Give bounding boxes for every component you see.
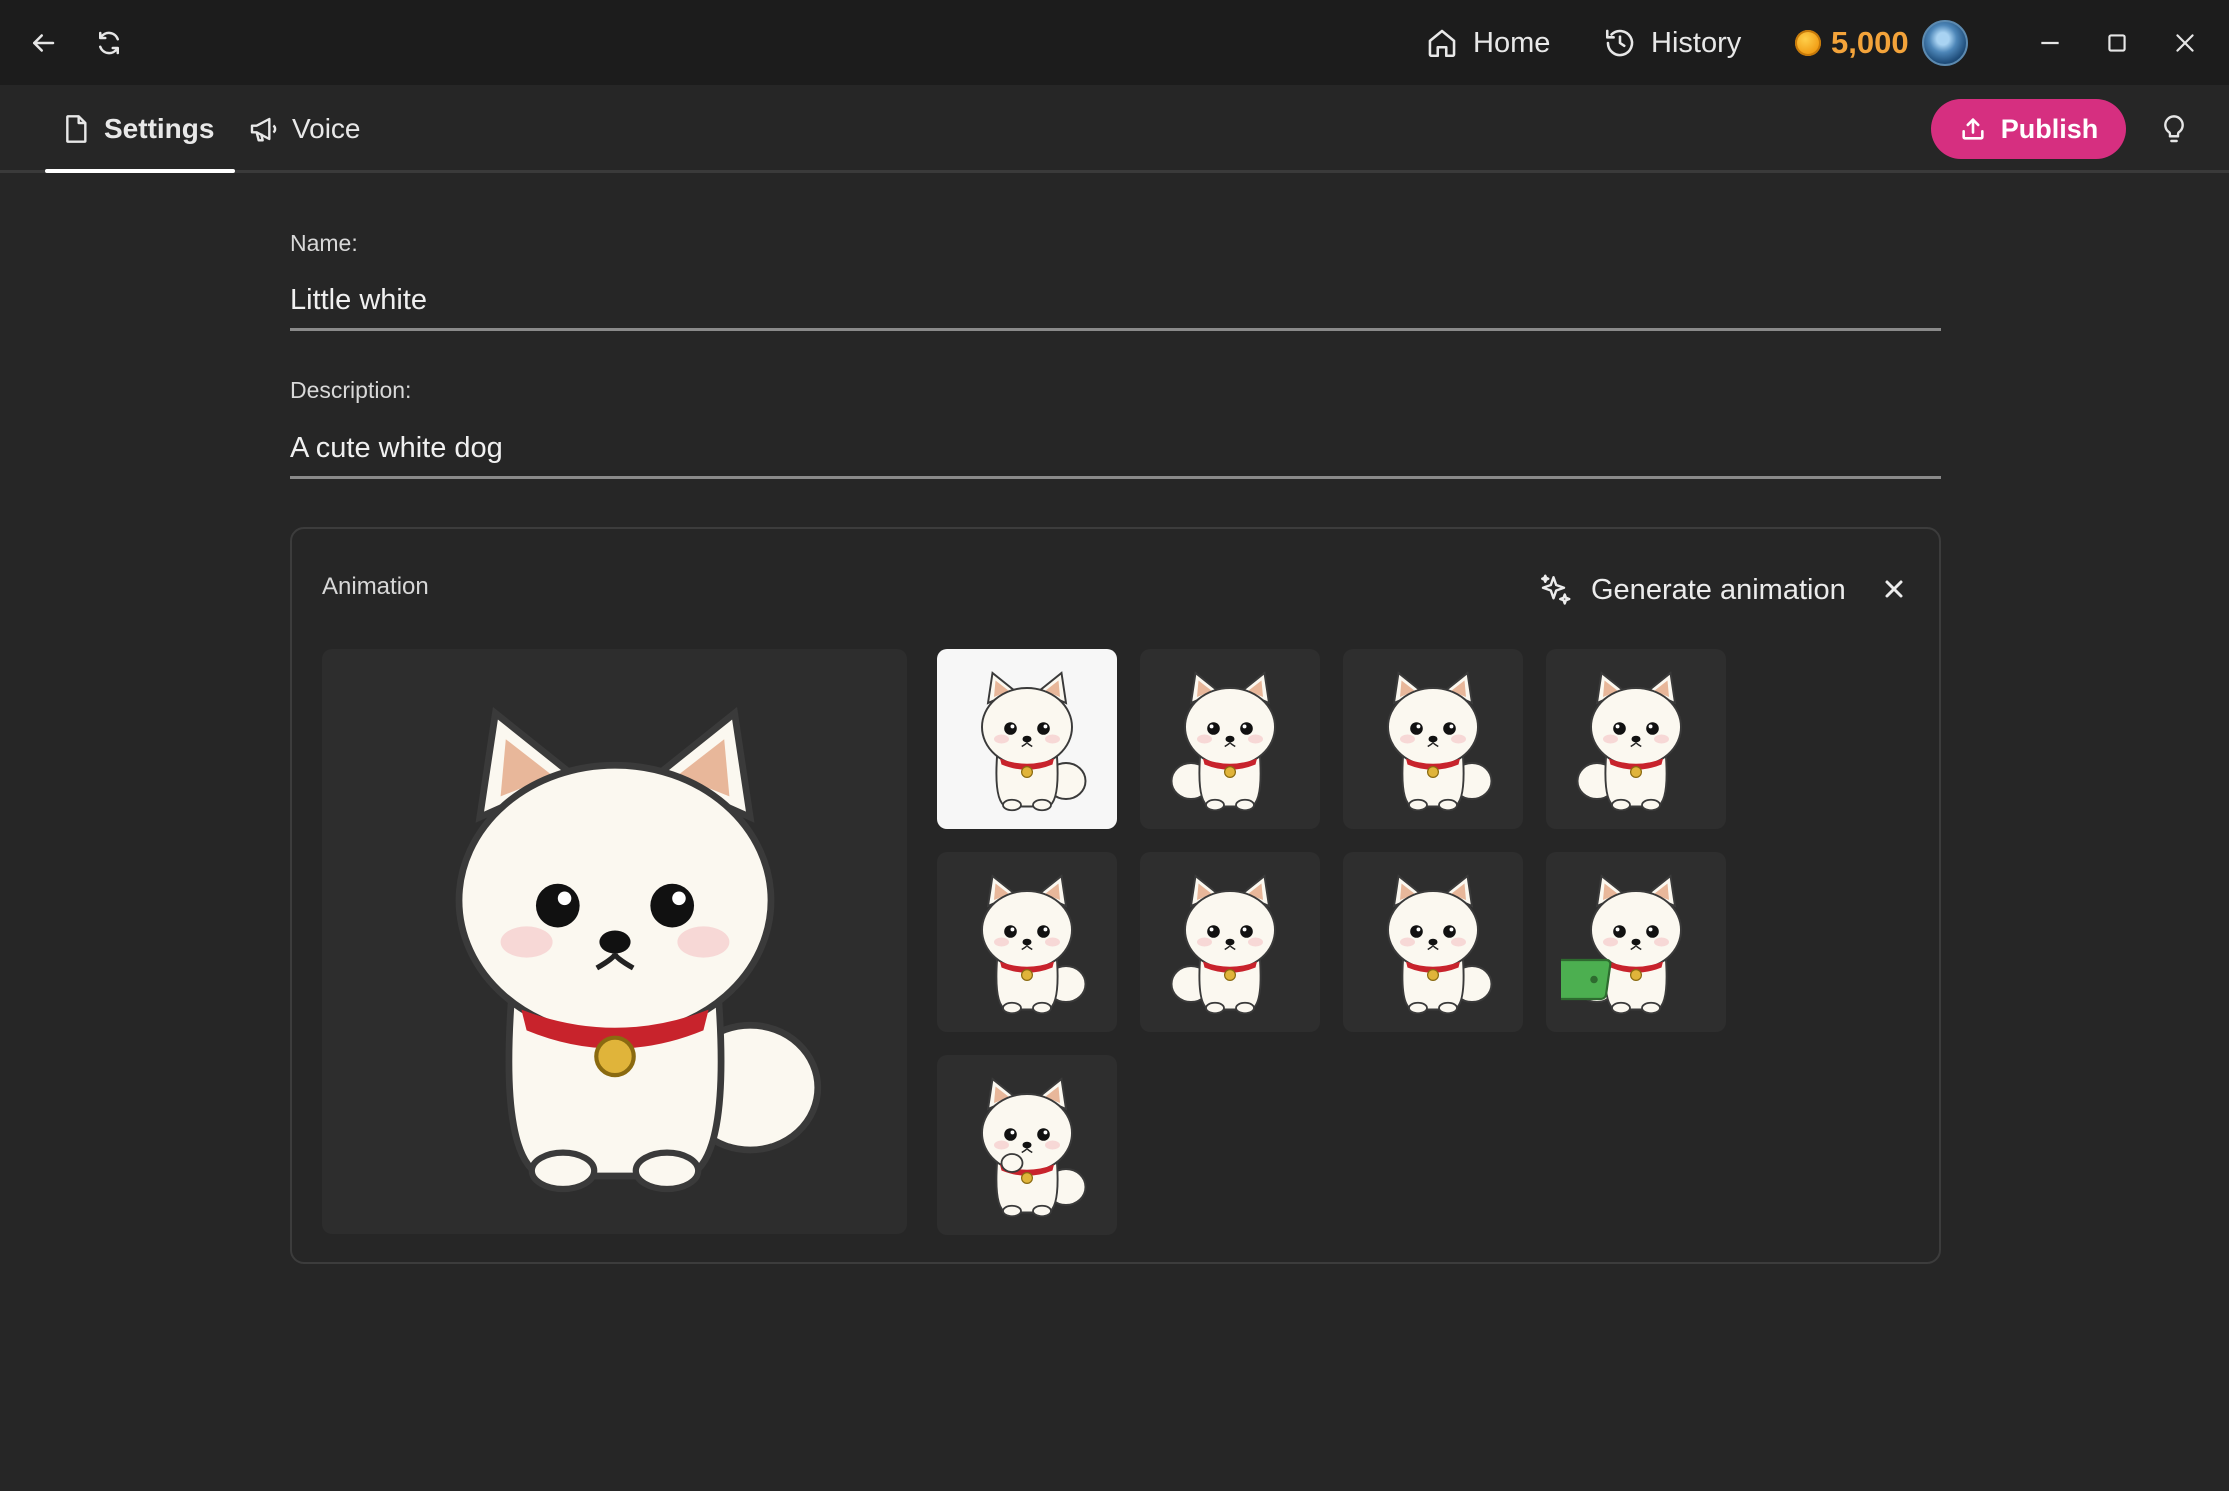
animation-thumbnail[interactable] xyxy=(1140,852,1320,1032)
dog-thumbnail-image xyxy=(1358,664,1508,814)
megaphone-icon xyxy=(250,117,277,142)
home-label: Home xyxy=(1473,26,1551,59)
title-bar: Home History 5,000 xyxy=(0,0,2229,85)
minimize-button[interactable] xyxy=(2020,14,2080,72)
publish-label: Publish xyxy=(2000,113,2099,144)
upload-icon xyxy=(1962,118,1984,140)
animation-thumbnail[interactable] xyxy=(1343,852,1523,1032)
animation-title: Animation xyxy=(322,573,429,600)
animation-thumbnail[interactable] xyxy=(1546,852,1726,1032)
dog-thumbnail-image xyxy=(952,1070,1102,1220)
dog-thumbnail-image xyxy=(1155,664,1305,814)
dog-preview-image xyxy=(355,682,875,1202)
close-icon xyxy=(2176,34,2194,52)
dog-thumbnail-image xyxy=(952,867,1102,1017)
generate-animation-button[interactable]: Generate animation xyxy=(1537,565,1846,615)
close-icon xyxy=(1885,580,1903,598)
animation-preview xyxy=(322,649,907,1234)
minimize-icon xyxy=(2041,41,2059,45)
dog-thumbnail-image xyxy=(1561,867,1711,1017)
dog-thumbnail-image xyxy=(952,664,1102,814)
animation-thumbnail[interactable] xyxy=(937,649,1117,829)
window-close-button[interactable] xyxy=(2155,14,2215,72)
dog-thumbnail-image xyxy=(1358,867,1508,1017)
active-tab-indicator xyxy=(45,169,235,173)
sparkle-icon xyxy=(1541,574,1571,605)
tab-settings-label: Settings xyxy=(104,113,215,144)
avatar[interactable] xyxy=(1922,20,1968,66)
maximize-icon xyxy=(2108,34,2126,52)
animation-thumbnail[interactable] xyxy=(1343,649,1523,829)
home-link[interactable]: Home xyxy=(1425,18,1550,68)
coin-amount: 5,000 xyxy=(1831,25,1909,60)
tips-button[interactable] xyxy=(2150,105,2198,153)
generate-animation-label: Generate animation xyxy=(1591,573,1846,606)
animation-thumbnail[interactable] xyxy=(937,1055,1117,1235)
history-link[interactable]: History xyxy=(1603,18,1741,68)
name-input[interactable] xyxy=(290,273,1941,331)
coin-balance[interactable]: 5,000 xyxy=(1795,18,1909,68)
dog-thumbnail-image xyxy=(1155,867,1305,1017)
maximize-button[interactable] xyxy=(2087,14,2147,72)
coin-icon xyxy=(1795,30,1821,56)
animation-thumbnail[interactable] xyxy=(937,852,1117,1032)
animation-thumbnail[interactable] xyxy=(1546,649,1726,829)
history-icon xyxy=(1605,29,1634,57)
history-label: History xyxy=(1651,26,1742,59)
publish-button[interactable]: Publish xyxy=(1931,99,2126,159)
tab-bar: Settings Voice Publish xyxy=(0,85,2229,173)
app-window: Home History 5,000 Settings Voice Publis… xyxy=(0,0,2229,1491)
refresh-button[interactable] xyxy=(80,14,138,72)
animation-panel: Animation Generate animation xyxy=(290,527,1941,1264)
refresh-icon xyxy=(99,31,119,55)
animation-close-button[interactable] xyxy=(1874,569,1914,609)
tab-voice[interactable]: Voice xyxy=(248,85,361,173)
name-label: Name: xyxy=(290,230,358,256)
description-input[interactable] xyxy=(290,421,1941,479)
description-label: Description: xyxy=(290,377,412,403)
tab-voice-label: Voice xyxy=(292,113,361,144)
tab-settings[interactable]: Settings xyxy=(60,85,214,173)
dog-thumbnail-image xyxy=(1561,664,1711,814)
back-arrow-icon xyxy=(33,34,55,52)
home-icon xyxy=(1428,29,1456,58)
back-button[interactable] xyxy=(14,14,72,72)
lightbulb-icon xyxy=(2164,115,2184,143)
document-icon xyxy=(66,115,87,143)
animation-thumbnail[interactable] xyxy=(1140,649,1320,829)
